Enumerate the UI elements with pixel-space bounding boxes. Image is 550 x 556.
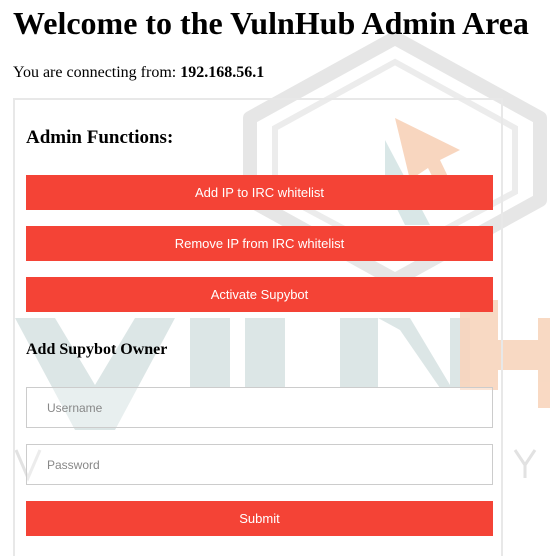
remove-ip-whitelist-button[interactable]: Remove IP from IRC whitelist	[26, 226, 493, 261]
username-input[interactable]	[26, 387, 493, 428]
page-title: Welcome to the VulnHub Admin Area	[13, 5, 529, 41]
supybot-owner-heading: Add Supybot Owner	[26, 341, 168, 358]
activate-supybot-button[interactable]: Activate Supybot	[26, 277, 493, 312]
client-ip: 192.168.56.1	[180, 64, 265, 81]
submit-button[interactable]: Submit	[26, 501, 493, 536]
admin-functions-heading: Admin Functions:	[26, 127, 174, 148]
connection-info: You are connecting from: 192.168.56.1	[13, 63, 264, 83]
add-ip-whitelist-button[interactable]: Add IP to IRC whitelist	[26, 175, 493, 210]
admin-panel	[13, 98, 503, 556]
connecting-label: You are connecting from:	[13, 64, 177, 81]
password-input[interactable]	[26, 444, 493, 485]
